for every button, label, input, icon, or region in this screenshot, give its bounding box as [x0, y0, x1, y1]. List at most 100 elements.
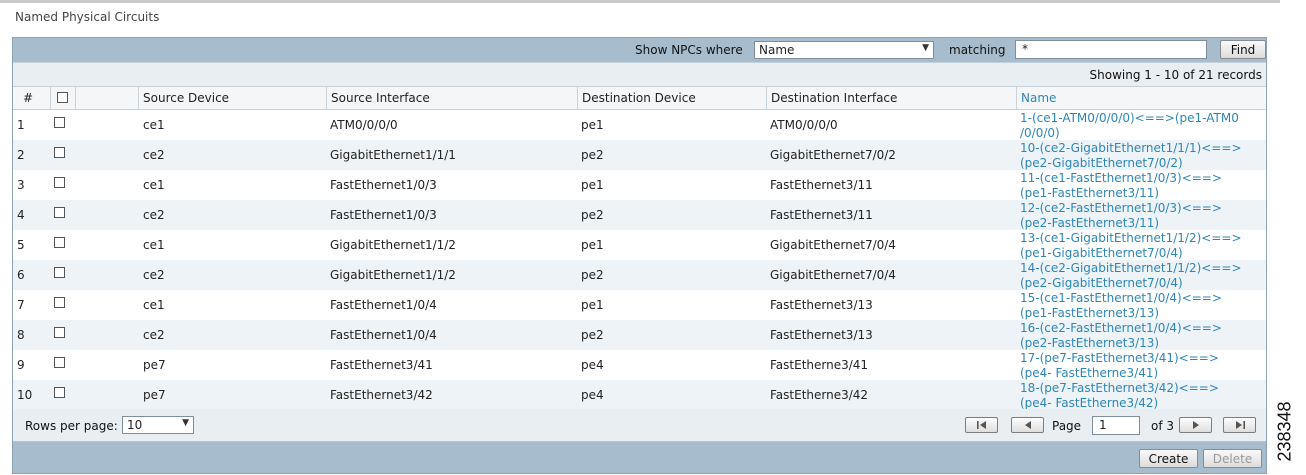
- filter-field-select[interactable]: Name ▼: [754, 41, 934, 59]
- row-number: 4: [17, 208, 25, 222]
- row-destination-device: pe4: [581, 358, 604, 372]
- row-destination-device: pe2: [581, 268, 604, 282]
- header-select-all: [51, 87, 76, 109]
- header-destination-interface[interactable]: Destination Interface: [767, 87, 1017, 109]
- row-destination-interface: FastEtherne3/41: [770, 358, 869, 372]
- row-source-device: ce1: [143, 238, 165, 252]
- header-destination-device[interactable]: Destination Device: [578, 87, 767, 109]
- row-destination-interface: GigabitEthernet7/0/2: [770, 148, 896, 162]
- row-name-link[interactable]: 10-(ce2-GigabitEthernet1/1/1)<==> (pe2-G…: [1020, 141, 1246, 171]
- pagination-bar: Rows per page: 10 ▼ Page 1 of 3: [13, 409, 1266, 442]
- row-source-device: ce2: [143, 268, 165, 282]
- delete-button[interactable]: Delete: [1203, 449, 1262, 468]
- row-number: 1: [17, 118, 25, 132]
- rows-per-page-value: 10: [127, 418, 143, 432]
- table-row[interactable]: 1 ce1 ATM0/0/0/0 pe1 ATM0/0/0/0 1-(ce1-ATM0/0…: [13, 110, 1266, 140]
- table-row[interactable]: 9 pe7 FastEthernet3/41 pe4 FastEtherne3/41 17…: [13, 350, 1266, 380]
- row-source-interface: FastEthernet1/0/3: [330, 208, 437, 222]
- npc-panel: Show NPCs where Name ▼ matching * Find S…: [12, 37, 1267, 474]
- row-source-interface: GigabitEthernet1/1/2: [330, 268, 456, 282]
- header-source-device[interactable]: Source Device: [139, 87, 327, 109]
- row-name-link[interactable]: 15-(ce1-FastEthernet1/0/4)<==> (pe1-Fast…: [1020, 291, 1246, 321]
- table-row[interactable]: 3 ce1 FastEthernet1/0/3 pe1 FastEthernet3/11…: [13, 170, 1266, 200]
- row-source-interface: FastEthernet3/42: [330, 388, 433, 402]
- row-source-device: pe7: [143, 388, 166, 402]
- row-destination-device: pe2: [581, 148, 604, 162]
- first-page-icon: [976, 421, 986, 429]
- row-destination-interface: FastEthernet3/13: [770, 328, 873, 342]
- next-page-button[interactable]: [1179, 417, 1212, 433]
- chevron-down-icon: ▼: [922, 43, 929, 53]
- row-destination-interface: FastEtherne3/42: [770, 388, 869, 402]
- table-row[interactable]: 6 ce2 GigabitEthernet1/1/2 pe2 GigabitEthern…: [13, 260, 1266, 290]
- row-number: 7: [17, 298, 25, 312]
- table-header: # Source Device Source Interface Destina…: [13, 87, 1266, 110]
- row-checkbox[interactable]: [54, 267, 65, 278]
- row-destination-device: pe4: [581, 388, 604, 402]
- row-checkbox[interactable]: [54, 117, 65, 128]
- row-name-link[interactable]: 16-(ce2-FastEthernet1/0/4)<==> (pe2-Fast…: [1020, 321, 1246, 351]
- rows-per-page-select[interactable]: 10 ▼: [122, 416, 194, 434]
- row-number: 2: [17, 148, 25, 162]
- header-num: #: [13, 87, 51, 109]
- row-checkbox[interactable]: [54, 207, 65, 218]
- previous-page-icon: [1024, 421, 1031, 429]
- row-destination-device: pe2: [581, 328, 604, 342]
- row-checkbox[interactable]: [54, 327, 65, 338]
- chevron-down-icon: ▼: [182, 418, 189, 428]
- row-name-link[interactable]: 17-(pe7-FastEthernet3/41)<==>(pe4- FastE…: [1020, 351, 1246, 381]
- figure-code-text: 238348: [1274, 401, 1295, 462]
- table-row[interactable]: 10 pe7 FastEthernet3/42 pe4 FastEtherne3/42 1…: [13, 380, 1266, 410]
- row-source-device: ce2: [143, 208, 165, 222]
- row-checkbox[interactable]: [54, 297, 65, 308]
- header-name[interactable]: Name: [1017, 87, 1266, 109]
- top-divider: [0, 0, 1280, 3]
- row-source-interface: FastEthernet1/0/4: [330, 328, 437, 342]
- table-row[interactable]: 5 ce1 GigabitEthernet1/1/2 pe1 GigabitEthern…: [13, 230, 1266, 260]
- row-destination-device: pe1: [581, 118, 604, 132]
- create-button[interactable]: Create: [1139, 449, 1198, 468]
- header-source-interface[interactable]: Source Interface: [327, 87, 578, 109]
- row-destination-interface: FastEthernet3/11: [770, 178, 873, 192]
- row-name-link[interactable]: 13-(ce1-GigabitEthernet1/1/2)<==> (pe1-G…: [1020, 231, 1246, 261]
- row-source-interface: GigabitEthernet1/1/1: [330, 148, 456, 162]
- table-row[interactable]: 2 ce2 GigabitEthernet1/1/1 pe2 GigabitEthern…: [13, 140, 1266, 170]
- row-destination-interface: FastEthernet3/13: [770, 298, 873, 312]
- show-npcs-label: Show NPCs where: [635, 43, 743, 57]
- table-row[interactable]: 4 ce2 FastEthernet1/0/3 pe2 FastEthernet3/11…: [13, 200, 1266, 230]
- action-bar: Create Delete: [13, 442, 1266, 475]
- row-name-link[interactable]: 14-(ce2-GigabitEthernet1/1/2)<==> (pe2-G…: [1020, 261, 1246, 291]
- row-checkbox[interactable]: [54, 237, 65, 248]
- page-label: Page: [1052, 419, 1082, 433]
- row-checkbox[interactable]: [54, 177, 65, 188]
- row-source-interface: GigabitEthernet1/1/2: [330, 238, 456, 252]
- select-all-checkbox[interactable]: [57, 92, 68, 103]
- first-page-button[interactable]: [965, 417, 998, 433]
- filter-bar: Show NPCs where Name ▼ matching * Find: [13, 38, 1266, 62]
- row-source-device: pe7: [143, 358, 166, 372]
- row-destination-interface: FastEthernet3/11: [770, 208, 873, 222]
- row-name-link[interactable]: 1-(ce1-ATM0/0/0/0)<==>(pe1-ATM0 /0/0/0): [1020, 111, 1246, 141]
- row-destination-interface: GigabitEthernet7/0/4: [770, 268, 896, 282]
- row-destination-interface: GigabitEthernet7/0/4: [770, 238, 896, 252]
- table-row[interactable]: 8 ce2 FastEthernet1/0/4 pe2 FastEthernet3/13…: [13, 320, 1266, 350]
- row-number: 3: [17, 178, 25, 192]
- last-page-button[interactable]: [1223, 417, 1256, 433]
- row-destination-device: pe2: [581, 208, 604, 222]
- npc-table: # Source Device Source Interface Destina…: [13, 86, 1266, 410]
- find-button[interactable]: Find: [1220, 40, 1266, 59]
- row-name-link[interactable]: 18-(pe7-FastEthernet3/42)<==>(pe4- FastE…: [1020, 381, 1246, 411]
- row-checkbox[interactable]: [54, 357, 65, 368]
- row-name-link[interactable]: 11-(ce1-FastEthernet1/0/3)<==> (pe1-Fast…: [1020, 171, 1246, 201]
- figure-code: 238348: [1275, 395, 1306, 471]
- row-name-link[interactable]: 12-(ce2-FastEthernet1/0/3)<==> (pe2-Fast…: [1020, 201, 1246, 231]
- page-number-input[interactable]: 1: [1092, 416, 1140, 435]
- matching-label: matching: [949, 43, 1006, 57]
- match-input[interactable]: *: [1015, 40, 1207, 59]
- row-source-device: ce2: [143, 148, 165, 162]
- table-row[interactable]: 7 ce1 FastEthernet1/0/4 pe1 FastEthernet3/13…: [13, 290, 1266, 320]
- row-checkbox[interactable]: [54, 387, 65, 398]
- previous-page-button[interactable]: [1011, 417, 1044, 433]
- records-summary-row: Showing 1 - 10 of 21 records: [13, 62, 1266, 86]
- row-checkbox[interactable]: [54, 147, 65, 158]
